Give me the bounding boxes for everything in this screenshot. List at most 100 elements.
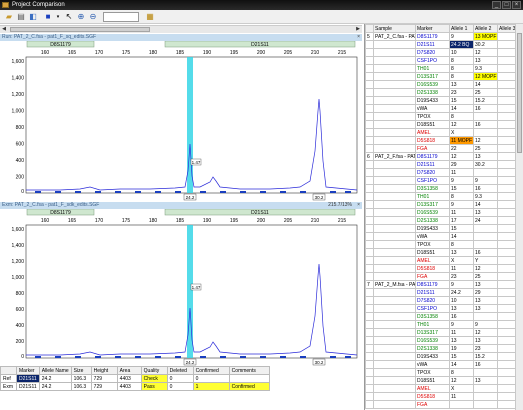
allele-3-cell[interactable] <box>497 256 516 265</box>
sample-cell[interactable] <box>373 344 416 353</box>
allele-3-cell[interactable] <box>497 80 516 89</box>
marker-cell[interactable]: D8S1179 <box>415 152 450 161</box>
allele-3-cell[interactable] <box>497 368 516 377</box>
table-row[interactable]: D7S820 10 13 <box>365 296 516 305</box>
allele-2-cell[interactable]: 12 MOPF <box>473 72 498 81</box>
marker-cell[interactable]: TPOX <box>415 368 450 377</box>
table-row[interactable]: D2S1338 17 24 <box>365 216 516 225</box>
allele-2-cell[interactable]: 16 <box>473 120 498 129</box>
allele-3-cell[interactable] <box>497 304 516 313</box>
allele-1-cell[interactable]: 8 <box>449 192 474 201</box>
sample-cell[interactable] <box>373 88 416 97</box>
sample-cell[interactable] <box>373 128 416 137</box>
allele-2-cell[interactable]: 13 MOPF <box>473 32 498 41</box>
table-row[interactable]: TH01 9 9 <box>365 320 516 329</box>
allele-3-cell[interactable] <box>497 40 516 49</box>
allele-3-cell[interactable] <box>497 88 516 97</box>
allele-2-cell[interactable]: 12 <box>473 264 498 273</box>
allele-1-cell[interactable]: 15 <box>449 224 474 233</box>
allele-1-cell[interactable]: 17 <box>449 216 474 225</box>
table-row[interactable]: D5S818 11 <box>365 392 516 401</box>
allele-3-cell[interactable] <box>497 104 516 113</box>
allele-3-cell[interactable] <box>497 216 516 225</box>
sample-cell[interactable] <box>373 288 416 297</box>
allele-3-cell[interactable] <box>497 168 516 177</box>
allele-1-cell[interactable]: 9 <box>449 32 474 41</box>
column-header[interactable]: Deleted <box>166 366 194 375</box>
sample-cell[interactable] <box>373 272 416 281</box>
close-icon[interactable]: × <box>512 1 521 9</box>
allele-2-cell[interactable] <box>473 368 498 377</box>
table-row[interactable]: AMEL X Y <box>365 256 516 265</box>
allele-1-cell[interactable]: 9 <box>449 280 474 289</box>
table-row[interactable]: D13S317 8 12 MOPF <box>365 72 516 81</box>
horizontal-scrollbar[interactable]: ◀ ▶ <box>0 25 362 33</box>
allele-1-cell[interactable]: 13 <box>449 80 474 89</box>
scroll-right-icon[interactable]: ▶ <box>354 26 362 33</box>
allele-2-cell[interactable]: 30.2 <box>473 40 498 49</box>
allele-name-cell[interactable]: 24.2 <box>38 382 72 391</box>
allele-1-cell[interactable]: 10 <box>449 48 474 57</box>
sample-cell[interactable] <box>373 144 416 153</box>
allele-2-cell[interactable] <box>473 224 498 233</box>
column-header[interactable]: Comments <box>228 366 270 375</box>
marker-cell[interactable]: CSF1PO <box>415 56 450 65</box>
sample-cell[interactable] <box>373 336 416 345</box>
table-row[interactable]: D21S11 29 30.2 <box>365 160 516 169</box>
marker-cell[interactable]: D19S433 <box>415 352 450 361</box>
marker-cell[interactable]: D21S11 <box>415 160 450 169</box>
marker-cell[interactable]: D7S820 <box>415 296 450 305</box>
sample-cell[interactable] <box>373 224 416 233</box>
marker-cell[interactable]: AMEL <box>415 256 450 265</box>
column-header[interactable]: Sample <box>373 24 416 33</box>
allele-3-cell[interactable] <box>497 48 516 57</box>
zoom-in-icon[interactable]: ⊕ <box>76 12 86 22</box>
allele-1-cell[interactable]: 8 <box>449 240 474 249</box>
close-icon[interactable]: × <box>357 34 360 41</box>
allele-1-cell[interactable]: X <box>449 384 474 393</box>
chevron-down-icon[interactable]: ▾ <box>55 12 61 22</box>
allele-2-cell[interactable]: 9.3 <box>473 64 498 73</box>
allele-3-cell[interactable] <box>497 360 516 369</box>
allele-1-cell[interactable]: 8 <box>449 64 474 73</box>
marker-cell[interactable]: FGA <box>415 272 450 281</box>
allele-3-cell[interactable] <box>497 320 516 329</box>
sample-cell[interactable] <box>373 328 416 337</box>
electropherogram-plot-2[interactable]: D8S1179 D21S11 160 165 170 175 180 185 1… <box>0 209 362 366</box>
sample-cell[interactable] <box>373 120 416 129</box>
allele-1-cell[interactable]: 9 <box>449 320 474 329</box>
table-row[interactable]: FGA 23 25 <box>365 272 516 281</box>
sample-cell[interactable] <box>373 240 416 249</box>
minimize-icon[interactable]: _ <box>492 1 501 9</box>
sample-cell[interactable] <box>373 40 416 49</box>
allele-1-cell[interactable]: 11 <box>449 168 474 177</box>
table-row[interactable]: D2S1338 19 23 <box>365 344 516 353</box>
allele-3-cell[interactable] <box>497 160 516 169</box>
sample-cell[interactable] <box>373 304 416 313</box>
allele-3-cell[interactable] <box>497 288 516 297</box>
sample-cell[interactable]: PAT_2_M.fsa - PAT <box>373 280 416 289</box>
allele-1-cell[interactable]: X <box>449 256 474 265</box>
open-folder-icon[interactable]: ▰ <box>4 12 14 22</box>
allele-3-cell[interactable] <box>497 72 516 81</box>
close-icon[interactable]: × <box>357 202 360 209</box>
allele-2-cell[interactable] <box>473 312 498 321</box>
allele-2-cell[interactable]: 13 <box>473 376 498 385</box>
sample-cell[interactable] <box>373 184 416 193</box>
table-row[interactable]: D7S820 11 <box>365 168 516 177</box>
table-row[interactable]: TH01 8 9.3 <box>365 192 516 201</box>
allele-2-cell[interactable]: Y <box>473 256 498 265</box>
marker-cell[interactable]: D16S539 <box>415 80 450 89</box>
scroll-thumb[interactable] <box>10 27 150 32</box>
sample-cell[interactable] <box>373 248 416 257</box>
sample-cell[interactable] <box>373 208 416 217</box>
sample-cell[interactable] <box>373 112 416 121</box>
allele-3-cell[interactable] <box>497 192 516 201</box>
table-row[interactable]: vWA 14 16 <box>365 104 516 113</box>
allele-3-cell[interactable] <box>497 32 516 41</box>
allele-2-cell[interactable]: 12 <box>473 136 498 145</box>
allele-1-cell[interactable]: 11 <box>449 208 474 217</box>
allele-2-cell[interactable]: 14 <box>473 200 498 209</box>
allele-1-cell[interactable]: 24.2 BQ <box>449 40 474 49</box>
allele-3-cell[interactable] <box>497 312 516 321</box>
